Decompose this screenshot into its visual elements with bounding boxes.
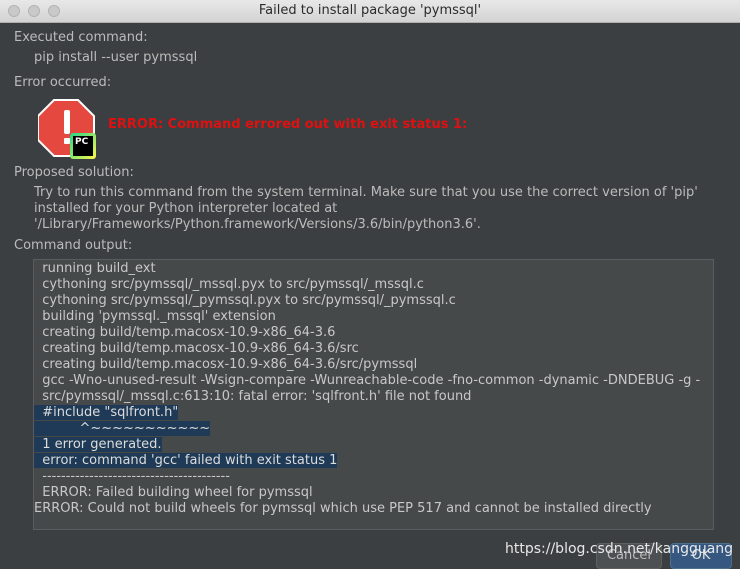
- pycharm-badge-icon: PC: [70, 133, 96, 159]
- output-line: cythoning src/pymssql/_mssql.pyx to src/…: [34, 277, 424, 292]
- output-line-selected: 1 error generated.: [34, 437, 713, 453]
- proposed-solution-text: Try to run this command from the system …: [34, 185, 714, 233]
- output-line-selected: #include "sqlfront.h": [34, 405, 713, 421]
- output-line-selected: error: command 'gcc' failed with exit st…: [34, 453, 713, 469]
- output-line: building 'pymssql._mssql' extension: [34, 309, 276, 324]
- executed-command-value: pip install --user pymssql: [34, 50, 198, 65]
- selected-text: error: command 'gcc' failed with exit st…: [34, 453, 338, 468]
- solution-line: '/Library/Frameworks/Python.framework/Ve…: [34, 217, 481, 232]
- window-title: Failed to install package 'pymssql': [258, 3, 482, 18]
- output-line: ERROR: Could not build wheels for pymssq…: [34, 501, 652, 516]
- pycharm-badge-label: PC: [73, 136, 93, 156]
- solution-line: installed for your Python interpreter lo…: [34, 201, 338, 216]
- solution-line: Try to run this command from the system …: [34, 185, 698, 200]
- error-occurred-label: Error occurred:: [14, 75, 112, 90]
- output-line: creating build/temp.macosx-10.9-x86_64-3…: [34, 357, 418, 372]
- output-line: gcc -Wno-unused-result -Wsign-compare -W…: [34, 373, 701, 388]
- watermark: https://blog.csdn.net/kangguang: [505, 541, 734, 557]
- command-output-label: Command output:: [14, 238, 133, 253]
- output-line: creating build/temp.macosx-10.9-x86_64-3…: [34, 341, 359, 356]
- output-line-selected: ^~~~~~~~~~~~: [34, 421, 713, 437]
- title-bar: Failed to install package 'pymssql': [0, 0, 740, 23]
- error-message: ERROR: Command errored out with exit sta…: [108, 117, 468, 132]
- output-line: cythoning src/pymssql/_pymssql.pyx to sr…: [34, 293, 456, 308]
- selected-text: #include "sqlfront.h": [34, 405, 179, 420]
- selected-text: ^~~~~~~~~~~~: [34, 421, 211, 436]
- output-line: ERROR: Failed building wheel for pymssql: [34, 485, 313, 500]
- executed-command-label: Executed command:: [14, 30, 148, 45]
- selected-text: 1 error generated.: [34, 437, 162, 452]
- output-line: running build_ext: [34, 261, 156, 276]
- output-line: creating build/temp.macosx-10.9-x86_64-3…: [34, 325, 336, 340]
- proposed-solution-label: Proposed solution:: [14, 165, 134, 180]
- output-line: src/pymssql/_mssql.c:613:10: fatal error…: [34, 389, 472, 404]
- output-line: ----------------------------------------: [34, 469, 230, 484]
- command-output-area[interactable]: running build_ext cythoning src/pymssql/…: [33, 259, 714, 530]
